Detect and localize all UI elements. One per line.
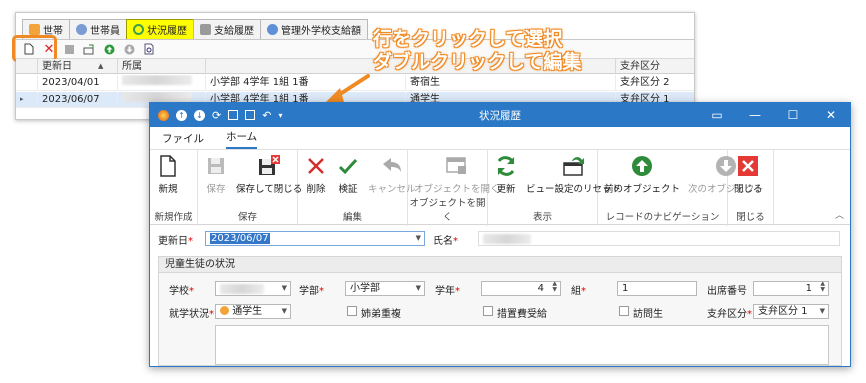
commuter-icon [220,306,229,315]
payment-category-select[interactable]: 支弁区分 1 ▼ [753,304,829,319]
title-bar: ↑ ↓ ⟳ ↶ ▾ 状況履歴 ▭ — ☐ ✕ [150,103,850,127]
class-field[interactable]: 1 [617,281,697,296]
maximize-button[interactable]: ☐ [774,103,812,127]
clock-icon [133,24,144,35]
instruction-callout: 行をクリックして選択 ダブルクリックして編集 [373,28,581,74]
tab-household-members[interactable]: 世帯員 [69,19,127,39]
preview-icon[interactable] [142,42,156,56]
house-icon [29,24,40,35]
table-icon [200,24,211,35]
tab-payment-history[interactable]: 支給履歴 [193,19,261,39]
spinner-icon[interactable]: ▲ ▼ [552,282,557,293]
school-select[interactable]: ▼ [215,281,291,296]
reset-view-icon [562,154,586,178]
section-title: 児童生徒の状況 [159,257,841,273]
tab-external-school-payment[interactable]: 管理外学校支給額 [260,19,368,39]
redacted-name [122,92,192,102]
up-arrow-icon[interactable] [102,42,116,56]
sibling-duplicate-checkbox[interactable] [347,306,357,316]
up-arrow-icon [630,154,654,178]
instruction-line-2: ダブルクリックして編集 [373,51,582,73]
ribbon-group-new: 新規 新規作成 [150,150,198,226]
home-visit-checkbox[interactable] [619,306,629,316]
student-status-section: 児童生徒の状況 学校* ▼ 学部* 小学部 ▼ 学年* 4 ▲ ▼ 組* 1 出… [158,256,842,366]
enrollment-status-select[interactable]: 通学生 ▼ [215,304,291,319]
save-close-icon [257,154,281,178]
globe-icon [267,24,278,35]
sort-asc-icon: ▲ [98,62,104,70]
ribbon-group-open-object: オブジェクトを開く オブジェクトを開く [408,150,500,226]
people-icon [76,24,87,35]
name-field[interactable] [478,231,840,246]
open-object-icon [445,154,469,178]
redacted-school [220,284,264,294]
undo-icon [380,154,404,178]
tab-home[interactable]: ホーム [226,129,258,149]
seat-number-stepper[interactable]: 1 ▲ ▼ [753,281,829,296]
export-icon[interactable] [82,42,96,56]
delete-icon [304,154,328,178]
instruction-line-1: 行をクリックして選択 [373,28,563,50]
chevron-down-icon[interactable]: ▼ [416,232,421,245]
department-select[interactable]: 小学部 ▼ [345,281,425,296]
measure-fee-checkbox[interactable] [483,306,493,316]
tab-file[interactable]: ファイル [162,131,204,149]
minimize-button[interactable]: — [736,103,774,127]
ribbon-tabs: ファイル ホーム [150,127,850,149]
column-header-category[interactable]: 支弁区分 [616,59,694,73]
chevron-down-icon[interactable]: ▼ [820,305,825,318]
refresh-icon [494,154,518,178]
column-header-update-date[interactable]: 更新日 [38,59,118,73]
tab-strip: 世帯 世帯員 状況履歴 支給履歴 管理外学校支給額 [22,19,368,39]
new-document-icon [156,154,180,178]
close-icon [736,154,760,178]
list-toolbar: ✕ [16,39,694,59]
ribbon-group-record-navigation: 前のオブジェクト 次のオブジェクト レコードのナビゲーション [598,150,764,226]
update-date-field[interactable]: 2023/06/07 ▼ [205,231,425,246]
redacted-name [122,75,192,85]
row-indicator-icon: ▸ [16,92,38,107]
tab-status-history[interactable]: 状況履歴 [126,19,194,39]
checkmark-icon [336,154,360,178]
chevron-down-icon[interactable]: ▼ [282,282,287,295]
ribbon: 新規 新規作成 保存 保存して閉じる 保存 削除 検証 キャンセル 編集 オブジ… [150,149,850,226]
ribbon-display-options-button[interactable]: ▭ [698,103,736,127]
grade-stepper[interactable]: 4 ▲ ▼ [481,281,561,296]
save-icon[interactable] [62,42,76,56]
notes-textarea[interactable] [215,325,829,365]
chevron-down-icon[interactable]: ▼ [416,282,421,295]
spinner-icon[interactable]: ▲ ▼ [820,282,825,293]
chevron-down-icon[interactable]: ▼ [282,305,287,318]
status-history-detail-window: ↑ ↓ ⟳ ↶ ▾ 状況履歴 ▭ — ☐ ✕ ファイル ホーム 新規 新規作成 … [149,102,851,367]
ribbon-group-edit: 削除 検証 キャンセル 編集 [298,150,416,226]
save-icon [204,154,228,178]
column-header-affiliation[interactable]: 所属 ▲ [98,59,206,73]
toolbar-highlight-frame [12,35,57,62]
down-arrow-icon[interactable] [122,42,136,56]
redacted-name [483,234,531,244]
ribbon-group-close: 閉じる 閉じる [728,150,774,226]
ribbon-group-save: 保存 保存して閉じる 保存 [198,150,302,226]
close-button[interactable]: ✕ [812,103,850,127]
ribbon-group-view: 更新 ビュー設定のリセット 表示 [488,150,621,226]
collapse-ribbon-icon[interactable]: ︿ [835,208,844,221]
